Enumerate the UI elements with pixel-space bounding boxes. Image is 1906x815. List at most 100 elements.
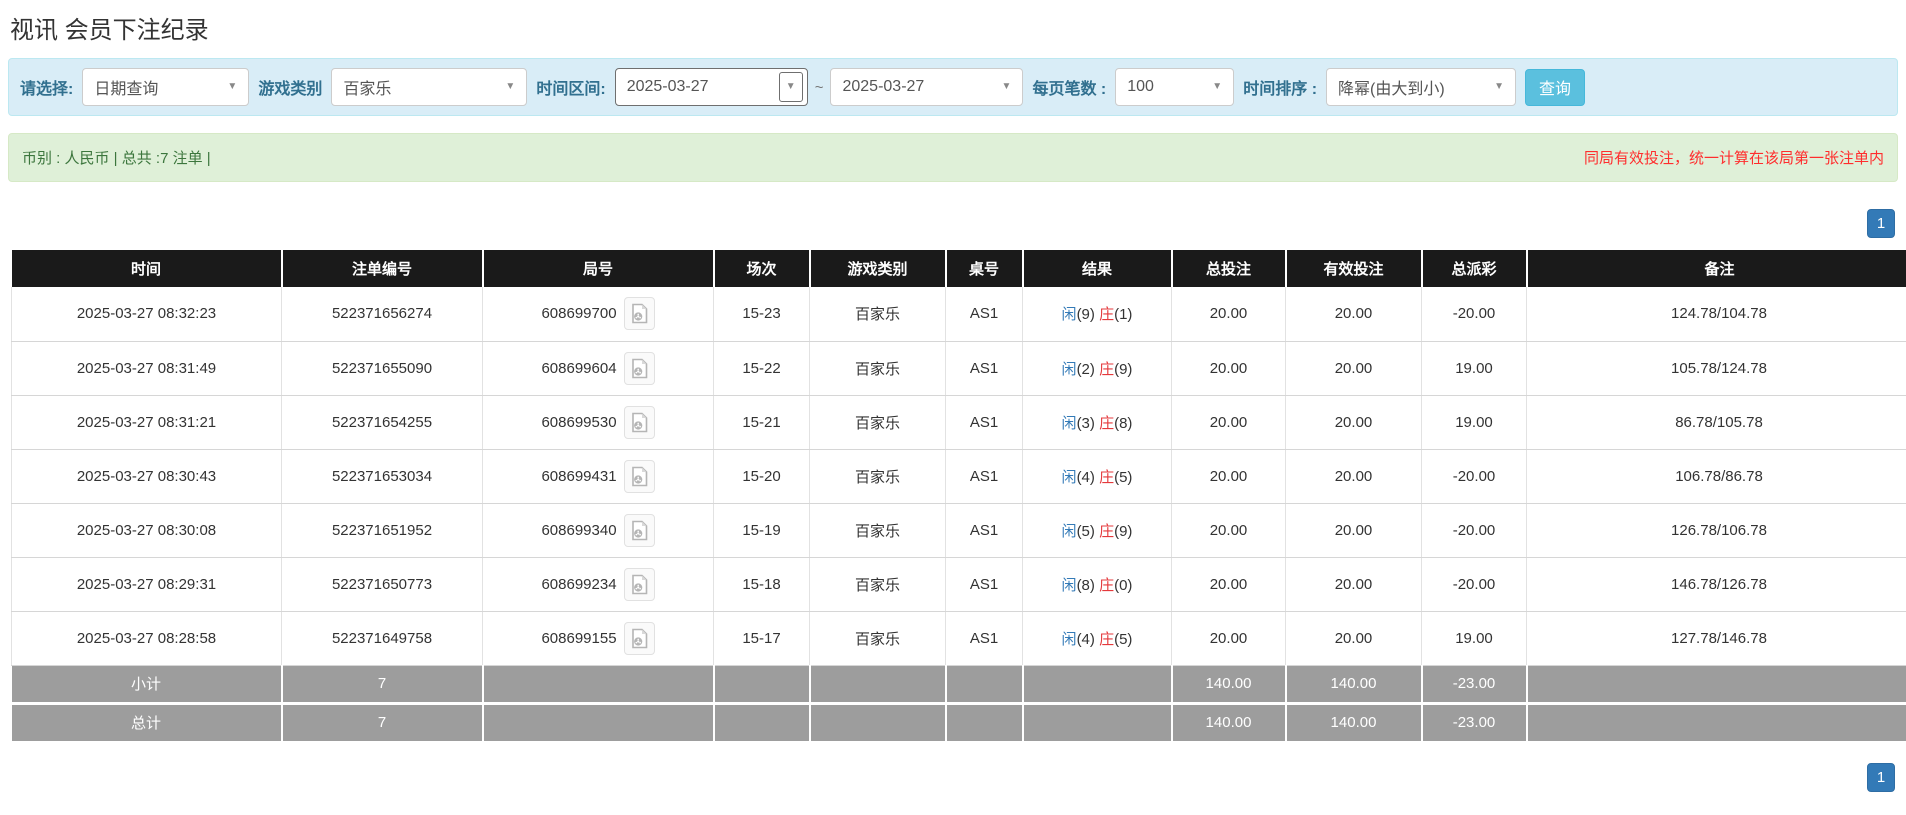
result-player-score: (5): [1076, 522, 1095, 540]
cell-result: 闲(2) 庄(9): [1022, 341, 1172, 396]
range-separator: ~: [814, 78, 824, 96]
round-cell-content: 608699700: [484, 297, 712, 331]
query-type-select[interactable]: 日期查询 ▼: [82, 68, 250, 106]
total-bet-link[interactable]: 20.00: [1171, 557, 1286, 612]
cell-game-category: 百家乐: [809, 611, 946, 666]
video-replay-button[interactable]: [623, 405, 655, 439]
betting-records-table: 时间 注单编号 局号 场次 游戏类别 桌号 结果 总投注 有效投注 总派彩 备注 2025-03-2…: [11, 250, 1906, 741]
valid-bet-notice: 同局有效投注，统一计算在该局第一张注单内: [1583, 150, 1884, 167]
page-title: 视讯 会员下注纪录: [10, 17, 209, 44]
cell-result: 闲(8) 庄(0): [1022, 557, 1172, 612]
column-header: 局号: [482, 250, 715, 287]
column-header: 场次: [713, 250, 811, 287]
round-number: 608699155: [541, 629, 617, 647]
cell-time: 2025-03-27 08:31:21: [11, 395, 282, 450]
column-header: 备注: [1526, 250, 1906, 287]
footer-empty: [809, 665, 947, 703]
result-banker-score: (5): [1114, 630, 1133, 648]
result-player-label: 闲: [1061, 306, 1077, 324]
page-size-value: 100: [1127, 78, 1154, 95]
video-replay-button[interactable]: [623, 459, 655, 493]
result-player-score: (4): [1076, 468, 1095, 486]
total-bet-link[interactable]: 20.00: [1171, 287, 1286, 342]
page-button-1[interactable]: 1: [1867, 763, 1895, 792]
video-replay-button[interactable]: [623, 513, 655, 547]
cell-table-no: AS1: [945, 611, 1023, 666]
page-size-label: 每页笔数 :: [1032, 81, 1107, 98]
footer-empty: [1526, 665, 1906, 703]
round-number: 608699604: [541, 359, 617, 377]
cell-table-no: AS1: [945, 287, 1023, 342]
footer-label: 总计: [11, 701, 283, 741]
footer-empty: [713, 701, 811, 741]
total-bet-link[interactable]: 20.00: [1171, 449, 1286, 504]
round-cell-content: 608699234: [484, 567, 712, 601]
video-replay-button[interactable]: [623, 621, 655, 655]
column-header: 桌号: [945, 250, 1024, 287]
date-to-select[interactable]: 2025-03-27 ▼: [830, 68, 1024, 106]
game-category-label: 游戏类别: [258, 81, 323, 98]
cell-time: 2025-03-27 08:28:58: [11, 611, 282, 666]
cell-remark: 86.78/105.78: [1526, 395, 1906, 450]
time-sort-select[interactable]: 降幂(由大到小) ▼: [1326, 68, 1517, 106]
video-replay-button[interactable]: [623, 297, 655, 331]
cell-bet-id: 522371655090: [281, 341, 483, 396]
cell-table-no: AS1: [945, 449, 1023, 504]
cell-session: 15-19: [713, 503, 810, 558]
table-row: 2025-03-27 08:29:31 522371650773 608699234…: [11, 557, 1906, 612]
table-row: 2025-03-27 08:30:08 522371651952 608699340…: [11, 503, 1906, 558]
result-player-label: 闲: [1061, 468, 1077, 486]
result-banker-score: (0): [1114, 576, 1133, 594]
video-icon: [631, 574, 647, 594]
footer-empty: [809, 701, 947, 741]
page-size-select[interactable]: 100 ▼: [1115, 68, 1235, 106]
footer-empty: [713, 665, 811, 703]
total-bet-link[interactable]: 20.00: [1171, 341, 1286, 396]
cell-remark: 105.78/124.78: [1526, 341, 1906, 396]
video-replay-button[interactable]: [623, 567, 655, 601]
cell-round: 608699604: [482, 341, 714, 396]
page-button-1[interactable]: 1: [1867, 209, 1895, 238]
result-player-score: (3): [1076, 414, 1095, 432]
video-icon: [631, 466, 647, 486]
footer-payout: -23.00: [1421, 665, 1528, 703]
cell-valid-bet: 20.00: [1285, 449, 1422, 504]
result-banker-label: 庄: [1099, 306, 1115, 324]
result-banker-label: 庄: [1099, 360, 1115, 378]
result-player-score: (4): [1076, 630, 1095, 648]
caret-box: ▼: [1205, 72, 1229, 102]
result-banker-score: (8): [1114, 414, 1133, 432]
chevron-down-icon: ▼: [1212, 81, 1223, 92]
chevron-down-icon: ▼: [227, 81, 238, 92]
cell-payout: -20.00: [1421, 449, 1527, 504]
table-footer: 小计 7 140.00 140.00 -23.00 总计 7 140.00 140.00 -23.…: [11, 665, 1906, 741]
footer-count: 7: [281, 665, 484, 703]
cell-time: 2025-03-27 08:29:31: [11, 557, 282, 612]
date-from-select[interactable]: 2025-03-27 ▼: [614, 68, 808, 106]
total-bet-link[interactable]: 20.00: [1171, 395, 1286, 450]
caret-box: ▼: [994, 72, 1018, 102]
cell-valid-bet: 20.00: [1285, 287, 1422, 342]
chevron-down-icon: ▼: [1001, 81, 1012, 92]
cell-valid-bet: 20.00: [1285, 341, 1422, 396]
result-banker-label: 庄: [1099, 414, 1115, 432]
cell-table-no: AS1: [945, 503, 1023, 558]
total-bet-link[interactable]: 20.00: [1171, 503, 1286, 558]
search-button[interactable]: 查询: [1525, 68, 1586, 106]
footer-empty: [945, 701, 1024, 741]
cell-round: 608699700: [482, 287, 714, 342]
video-replay-button[interactable]: [623, 351, 655, 385]
result-player-label: 闲: [1061, 630, 1077, 648]
chevron-down-icon: ▼: [1494, 81, 1504, 92]
result-player-label: 闲: [1061, 576, 1077, 594]
time-sort-label: 时间排序 :: [1243, 81, 1318, 98]
cell-round: 608699234: [482, 557, 714, 612]
filter-panel: 请选择: 日期查询 ▼ 游戏类别 百家乐 ▼ 时间区间: 2025-03-27 …: [8, 58, 1898, 116]
result-player-score: (2): [1076, 360, 1095, 378]
total-bet-link[interactable]: 20.00: [1171, 611, 1286, 666]
caret-box: ▼: [220, 72, 244, 102]
summary-bar: 币别 : 人民币 | 总共 :7 注单 | 同局有效投注，统一计算在该局第一张注…: [8, 133, 1898, 182]
cell-bet-id: 522371650773: [281, 557, 483, 612]
table-row: 2025-03-27 08:32:23 522371656274 608699700…: [11, 287, 1906, 342]
game-category-select[interactable]: 百家乐 ▼: [331, 68, 528, 106]
